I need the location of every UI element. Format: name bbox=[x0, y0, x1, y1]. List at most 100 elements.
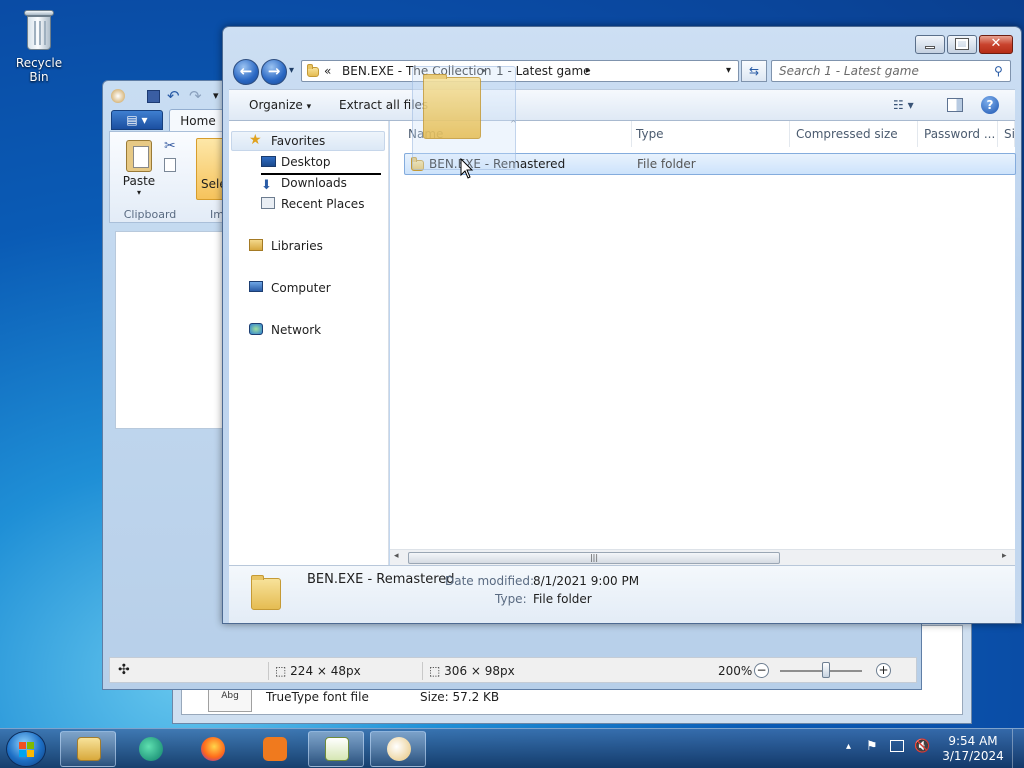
details-name: BEN.EXE - Remastered bbox=[307, 572, 455, 587]
nav-favorites-label: Favorites bbox=[271, 134, 326, 148]
recent-places-icon bbox=[261, 197, 275, 209]
scroll-left-icon[interactable]: ◂ bbox=[394, 551, 399, 561]
search-input[interactable]: Search 1 - Latest game ⚲ bbox=[771, 60, 1011, 82]
selection-size: ⬚ 224 × 48px bbox=[268, 662, 422, 680]
paint-app-icon bbox=[111, 89, 125, 103]
file-menu-button[interactable]: ▤ ▾ bbox=[111, 110, 163, 130]
minimize-button[interactable] bbox=[915, 35, 945, 54]
column-size[interactable]: Si bbox=[998, 121, 1015, 147]
paste-button[interactable]: Paste ▾ bbox=[120, 140, 158, 197]
taskbar-app-button[interactable] bbox=[122, 731, 178, 767]
paint-canvas[interactable] bbox=[115, 231, 225, 429]
clipboard-group-label: Clipboard bbox=[123, 208, 177, 221]
drag-ghost bbox=[412, 66, 516, 170]
volume-muted-icon[interactable]: 🔇 bbox=[914, 739, 930, 754]
zoom-in-button[interactable]: + bbox=[876, 663, 891, 678]
nav-recent-label: Recent Places bbox=[281, 197, 365, 211]
nav-libraries-label: Libraries bbox=[271, 239, 323, 253]
chevron-down-icon: ▾ bbox=[136, 188, 141, 197]
taskbar-firefox-button[interactable] bbox=[184, 731, 240, 767]
paint-icon bbox=[387, 737, 411, 761]
search-icon: ⚲ bbox=[994, 64, 1003, 78]
action-center-flag-icon[interactable]: ⚑ bbox=[866, 739, 878, 754]
zoom-slider-thumb[interactable] bbox=[822, 662, 830, 678]
zoom-out-button[interactable]: − bbox=[754, 663, 769, 678]
show-hidden-icons-icon[interactable]: ▴ bbox=[846, 741, 851, 752]
network-icon bbox=[249, 323, 263, 335]
details-pane: BEN.EXE - Remastered Date modified: 8/1/… bbox=[229, 565, 1015, 623]
taskbar: ▴ ⚑ 🔇 9:54 AM 3/17/2024 bbox=[0, 728, 1024, 768]
taskbar-notepad-button[interactable] bbox=[308, 731, 364, 767]
help-icon[interactable]: ? bbox=[981, 96, 999, 114]
folder-large-icon bbox=[251, 575, 281, 610]
horizontal-scrollbar[interactable]: ◂ ||| ▸ bbox=[390, 549, 1015, 565]
recycle-bin-shortcut[interactable]: Recycle Bin bbox=[6, 6, 72, 84]
nav-computer[interactable]: Computer bbox=[249, 278, 331, 298]
nav-desktop[interactable]: Desktop bbox=[261, 152, 331, 172]
row-type: File folder bbox=[637, 157, 696, 171]
computer-icon bbox=[249, 281, 263, 292]
tab-home[interactable]: Home bbox=[169, 109, 227, 131]
back-button[interactable]: ← bbox=[233, 59, 259, 85]
paste-label: Paste bbox=[122, 174, 156, 188]
breadcrumb-separator-icon[interactable]: ▸ bbox=[586, 61, 591, 81]
star-icon: ★ bbox=[249, 132, 262, 148]
save-icon[interactable] bbox=[147, 90, 160, 103]
nav-computer-label: Computer bbox=[271, 281, 331, 295]
refresh-button[interactable]: ⇆ bbox=[741, 60, 767, 82]
nav-downloads-label: Downloads bbox=[281, 176, 347, 190]
file-list[interactable]: Name ^ Type Compressed size Password ...… bbox=[390, 119, 1016, 565]
folder-icon bbox=[77, 737, 101, 761]
details-modified-label: Date modified: bbox=[445, 574, 535, 588]
image-size-text: 306 × 98px bbox=[444, 664, 515, 678]
nav-recent-places[interactable]: Recent Places bbox=[261, 194, 364, 214]
nav-network[interactable]: Network bbox=[249, 320, 321, 340]
copy-icon[interactable] bbox=[164, 158, 176, 172]
search-placeholder: Search 1 - Latest game bbox=[779, 64, 919, 78]
forward-button[interactable]: → bbox=[261, 59, 287, 85]
maximize-button[interactable] bbox=[947, 35, 977, 54]
folder-drag-icon bbox=[423, 74, 481, 139]
column-type[interactable]: Type bbox=[630, 121, 790, 147]
start-button[interactable] bbox=[6, 731, 46, 767]
nav-libraries[interactable]: Libraries bbox=[249, 236, 323, 256]
recent-pages-icon[interactable]: ▾ bbox=[289, 65, 294, 76]
selection-size-icon: ⬚ bbox=[275, 664, 287, 678]
details-modified-value: 8/1/2021 9:00 PM bbox=[533, 574, 640, 588]
scroll-right-icon[interactable]: ▸ bbox=[1002, 551, 1007, 561]
clock[interactable]: 9:54 AM 3/17/2024 bbox=[940, 734, 1006, 764]
customize-qat-icon[interactable]: ▾ bbox=[213, 89, 219, 102]
libraries-icon bbox=[249, 239, 263, 251]
undo-icon[interactable]: ↶ bbox=[167, 87, 180, 105]
address-bar[interactable]: « BEN.EXE - The Collection ▸ 1 - Latest … bbox=[301, 60, 739, 82]
cut-icon[interactable]: ✂ bbox=[164, 138, 176, 154]
show-desktop-button[interactable] bbox=[1012, 729, 1024, 768]
desktop-icon bbox=[261, 156, 276, 167]
breadcrumb-overflow[interactable]: « bbox=[324, 61, 331, 81]
view-options-icon[interactable]: ☷ ▾ bbox=[893, 98, 914, 112]
explorer-window[interactable]: ✕ ← → ▾ « BEN.EXE - The Collection ▸ 1 -… bbox=[222, 26, 1022, 624]
recycle-bin-label: Recycle Bin bbox=[15, 56, 63, 84]
zoom-slider-track[interactable] bbox=[780, 670, 862, 672]
column-password[interactable]: Password ... bbox=[918, 121, 998, 147]
redo-icon[interactable]: ↷ bbox=[189, 87, 202, 105]
image-size: ⬚ 306 × 98px bbox=[422, 662, 572, 680]
folder-icon bbox=[307, 64, 319, 77]
nav-favorites[interactable]: ★ Favorites bbox=[249, 131, 325, 151]
downloads-icon: ⬇ bbox=[261, 178, 272, 193]
address-dropdown-icon[interactable]: ▾ bbox=[726, 61, 731, 81]
close-button[interactable]: ✕ bbox=[979, 35, 1013, 54]
organize-button[interactable]: Organize ▾ bbox=[249, 98, 311, 112]
taskbar-xampp-button[interactable] bbox=[246, 731, 302, 767]
taskbar-explorer-button[interactable] bbox=[60, 731, 116, 767]
nav-network-label: Network bbox=[271, 323, 322, 337]
nav-downloads[interactable]: ⬇ Downloads bbox=[261, 173, 347, 193]
scrollbar-thumb[interactable]: ||| bbox=[408, 552, 780, 564]
font-file-size: Size: 57.2 KB bbox=[420, 690, 500, 704]
column-compressed-size[interactable]: Compressed size bbox=[790, 121, 918, 147]
taskbar-paint-button[interactable] bbox=[370, 731, 426, 767]
recycle-bin-icon bbox=[20, 6, 58, 52]
organize-label: Organize bbox=[249, 98, 303, 112]
network-tray-icon[interactable] bbox=[890, 740, 904, 752]
preview-pane-icon[interactable] bbox=[947, 98, 963, 112]
